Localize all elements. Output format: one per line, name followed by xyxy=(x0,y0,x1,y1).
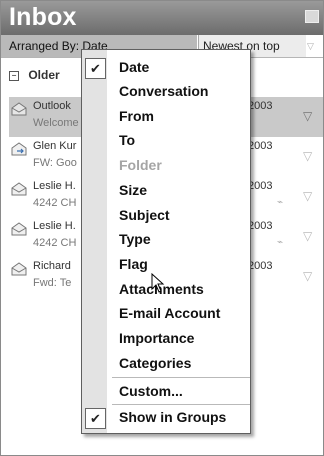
attachment-icon: ⌁ xyxy=(277,197,284,208)
envelope-open-icon xyxy=(11,262,27,276)
menu-item-show-in-groups[interactable]: ✔ Show in Groups xyxy=(82,406,250,430)
menu-item-size[interactable]: Size xyxy=(82,179,250,203)
attachment-icon: ⌁ xyxy=(277,237,284,248)
flag-icon[interactable]: ▽ xyxy=(303,149,312,163)
menu-item-label: Size xyxy=(119,182,148,198)
menu-item-subject[interactable]: Subject xyxy=(82,204,250,228)
check-icon: ✔ xyxy=(85,408,106,429)
inbox-header: Inbox xyxy=(1,1,323,35)
flag-icon[interactable]: ▽ xyxy=(303,109,312,123)
menu-item-label: Conversation xyxy=(119,83,209,99)
flag-icon[interactable]: ▽ xyxy=(303,229,312,243)
menu-item-label: E-mail Account xyxy=(119,305,221,321)
menu-item-label: Folder xyxy=(119,157,162,173)
flag-icon[interactable]: ▽ xyxy=(303,189,312,203)
menu-item-to[interactable]: To xyxy=(82,129,250,153)
menu-item-categories[interactable]: Categories xyxy=(82,352,250,376)
menu-item-label: From xyxy=(119,108,154,124)
pane-icon[interactable] xyxy=(305,10,319,23)
envelope-open-icon xyxy=(11,182,27,196)
menu-item-label: Date xyxy=(119,59,150,75)
arrange-by-menu: ✔ Date Conversation From To Folder Size … xyxy=(81,49,251,434)
menu-item-custom[interactable]: Custom... xyxy=(82,380,250,404)
menu-item-email-account[interactable]: E-mail Account xyxy=(82,302,250,326)
forwarded-mail-icon xyxy=(11,142,27,156)
menu-item-label: Custom... xyxy=(119,383,183,399)
menu-item-folder: Folder xyxy=(82,154,250,178)
sort-arrow-icon[interactable]: ▽ xyxy=(307,41,314,52)
menu-separator xyxy=(112,377,250,378)
group-label: Older xyxy=(28,68,60,82)
menu-item-label: Type xyxy=(119,231,151,247)
menu-item-type[interactable]: Type xyxy=(82,228,250,252)
menu-item-label: Subject xyxy=(119,207,170,223)
envelope-open-icon xyxy=(11,222,27,236)
menu-item-importance[interactable]: Importance xyxy=(82,327,250,351)
menu-item-label: Flag xyxy=(119,256,148,272)
menu-item-conversation[interactable]: Conversation xyxy=(82,80,250,104)
menu-item-label: Importance xyxy=(119,330,195,346)
menu-item-from[interactable]: From xyxy=(82,105,250,129)
mouse-cursor-icon xyxy=(151,273,165,293)
menu-item-flag[interactable]: Flag xyxy=(82,253,250,277)
collapse-icon[interactable]: − xyxy=(9,70,19,81)
inbox-title: Inbox xyxy=(9,3,77,31)
menu-item-date[interactable]: ✔ Date xyxy=(82,56,250,80)
menu-item-label: To xyxy=(119,132,136,148)
envelope-open-icon xyxy=(11,102,27,116)
inbox-pane: Inbox Arranged By: Date Newest on top ▽ … xyxy=(0,0,324,456)
menu-item-label: Categories xyxy=(119,355,192,371)
menu-item-label: Show in Groups xyxy=(119,409,227,425)
check-icon: ✔ xyxy=(85,58,106,79)
group-header-older[interactable]: − Older xyxy=(9,68,60,82)
menu-item-attachments[interactable]: Attachments xyxy=(82,278,250,302)
flag-icon[interactable]: ▽ xyxy=(303,269,312,283)
menu-separator xyxy=(112,404,250,405)
